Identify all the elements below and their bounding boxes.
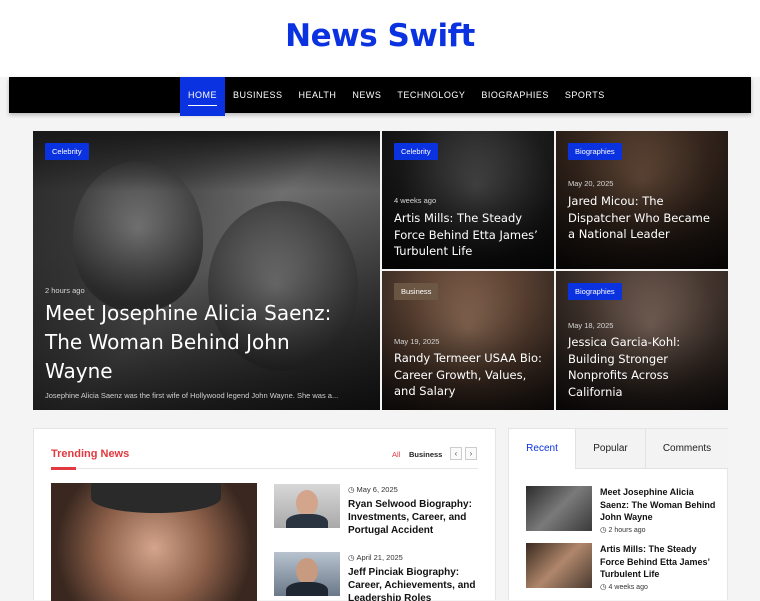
nav-item-biographies[interactable]: Biographies <box>473 77 557 113</box>
clock-icon: ◷ <box>348 553 355 562</box>
clock-icon: ◷ <box>600 582 607 591</box>
category-badge[interactable]: Business <box>394 283 439 300</box>
tab-popular[interactable]: Popular <box>576 429 646 469</box>
featured-main-card[interactable]: Celebrity 2 hours ago Meet Josephine Ali… <box>33 131 380 410</box>
category-badge[interactable]: Celebrity <box>45 143 89 160</box>
tab-comments[interactable]: Comments <box>646 429 728 469</box>
featured-card-1[interactable]: Celebrity 4 weeks ago Artis Mills: The S… <box>382 131 554 269</box>
category-badge[interactable]: Celebrity <box>394 143 438 160</box>
trending-item-date: May 6, 2025 <box>356 485 398 494</box>
featured-card-title[interactable]: Artis Mills: The Steady Force Behind Ett… <box>394 210 544 260</box>
filter-all[interactable]: All <box>392 450 400 459</box>
category-badge[interactable]: Biographies <box>568 283 622 300</box>
nav-item-sports[interactable]: Sports <box>557 77 613 113</box>
nav-item-technology[interactable]: Technology <box>389 77 473 113</box>
post-time: 2 hours ago <box>45 286 85 295</box>
recent-item-title[interactable]: Meet Josephine Alicia Saenz: The Woman B… <box>600 486 720 524</box>
post-time: 4 weeks ago <box>394 196 437 205</box>
trending-item-title[interactable]: Ryan Selwood Biography: Investments, Car… <box>348 498 483 537</box>
prev-arrow-icon[interactable]: ‹ <box>450 447 462 460</box>
recent-item-image[interactable] <box>526 486 592 531</box>
sidebar-tabs-panel: Recent Popular Comments Meet Josephine A… <box>508 428 728 600</box>
featured-card-title[interactable]: Randy Termeer USAA Bio: Career Growth, V… <box>394 350 546 400</box>
recent-item-title[interactable]: Artis Mills: The Steady Force Behind Ett… <box>600 543 720 581</box>
post-time: May 19, 2025 <box>394 337 440 346</box>
featured-card-3[interactable]: Business May 19, 2025 Randy Termeer USAA… <box>382 271 554 410</box>
featured-card-2[interactable]: Biographies May 20, 2025 Jared Micou: Th… <box>556 131 728 269</box>
clock-icon: ◷ <box>348 485 355 494</box>
nav-item-home[interactable]: Home <box>180 77 225 116</box>
main-navigation: Home Business Health News Technology Bio… <box>9 77 751 116</box>
category-badge[interactable]: Biographies <box>568 143 622 160</box>
featured-main-title[interactable]: Meet Josephine Alicia Saenz: The Woman B… <box>45 299 355 386</box>
clock-icon: ◷ <box>600 525 607 534</box>
featured-card-4[interactable]: Biographies May 18, 2025 Jessica Garcia-… <box>556 271 728 410</box>
trending-large-image[interactable] <box>51 483 257 601</box>
recent-item-image[interactable] <box>526 543 592 588</box>
recent-item-time: 4 weeks ago <box>608 584 648 591</box>
next-arrow-icon[interactable]: › <box>465 447 477 460</box>
site-title[interactable]: News Swift <box>0 18 760 54</box>
post-time: May 18, 2025 <box>568 321 614 330</box>
featured-main-excerpt: Josephine Alicia Saenz was the first wif… <box>45 391 339 400</box>
trending-heading: Trending News <box>51 448 130 460</box>
recent-item-time: 2 hours ago <box>608 527 646 534</box>
post-time: May 20, 2025 <box>568 179 614 188</box>
filter-business[interactable]: Business <box>409 450 442 459</box>
trending-item-image[interactable] <box>274 552 340 596</box>
featured-grid: Celebrity 2 hours ago Meet Josephine Ali… <box>33 131 728 410</box>
nav-item-business[interactable]: Business <box>225 77 291 113</box>
site-header: News Swift <box>0 0 760 77</box>
nav-item-health[interactable]: Health <box>291 77 345 113</box>
trending-news-panel: Trending News All Business ‹ › ◷ May 6, 2… <box>33 428 496 601</box>
featured-card-title[interactable]: Jared Micou: The Dispatcher Who Became a… <box>568 193 718 243</box>
trending-item-title[interactable]: Jeff Pinciak Biography: Career, Achievem… <box>348 566 483 601</box>
trending-item-image[interactable] <box>274 484 340 528</box>
tab-recent[interactable]: Recent <box>509 429 576 469</box>
nav-item-news[interactable]: News <box>344 77 389 113</box>
featured-card-title[interactable]: Jessica Garcia-Kohl: Building Stronger N… <box>568 334 718 400</box>
trending-item-date: April 21, 2025 <box>356 553 403 562</box>
